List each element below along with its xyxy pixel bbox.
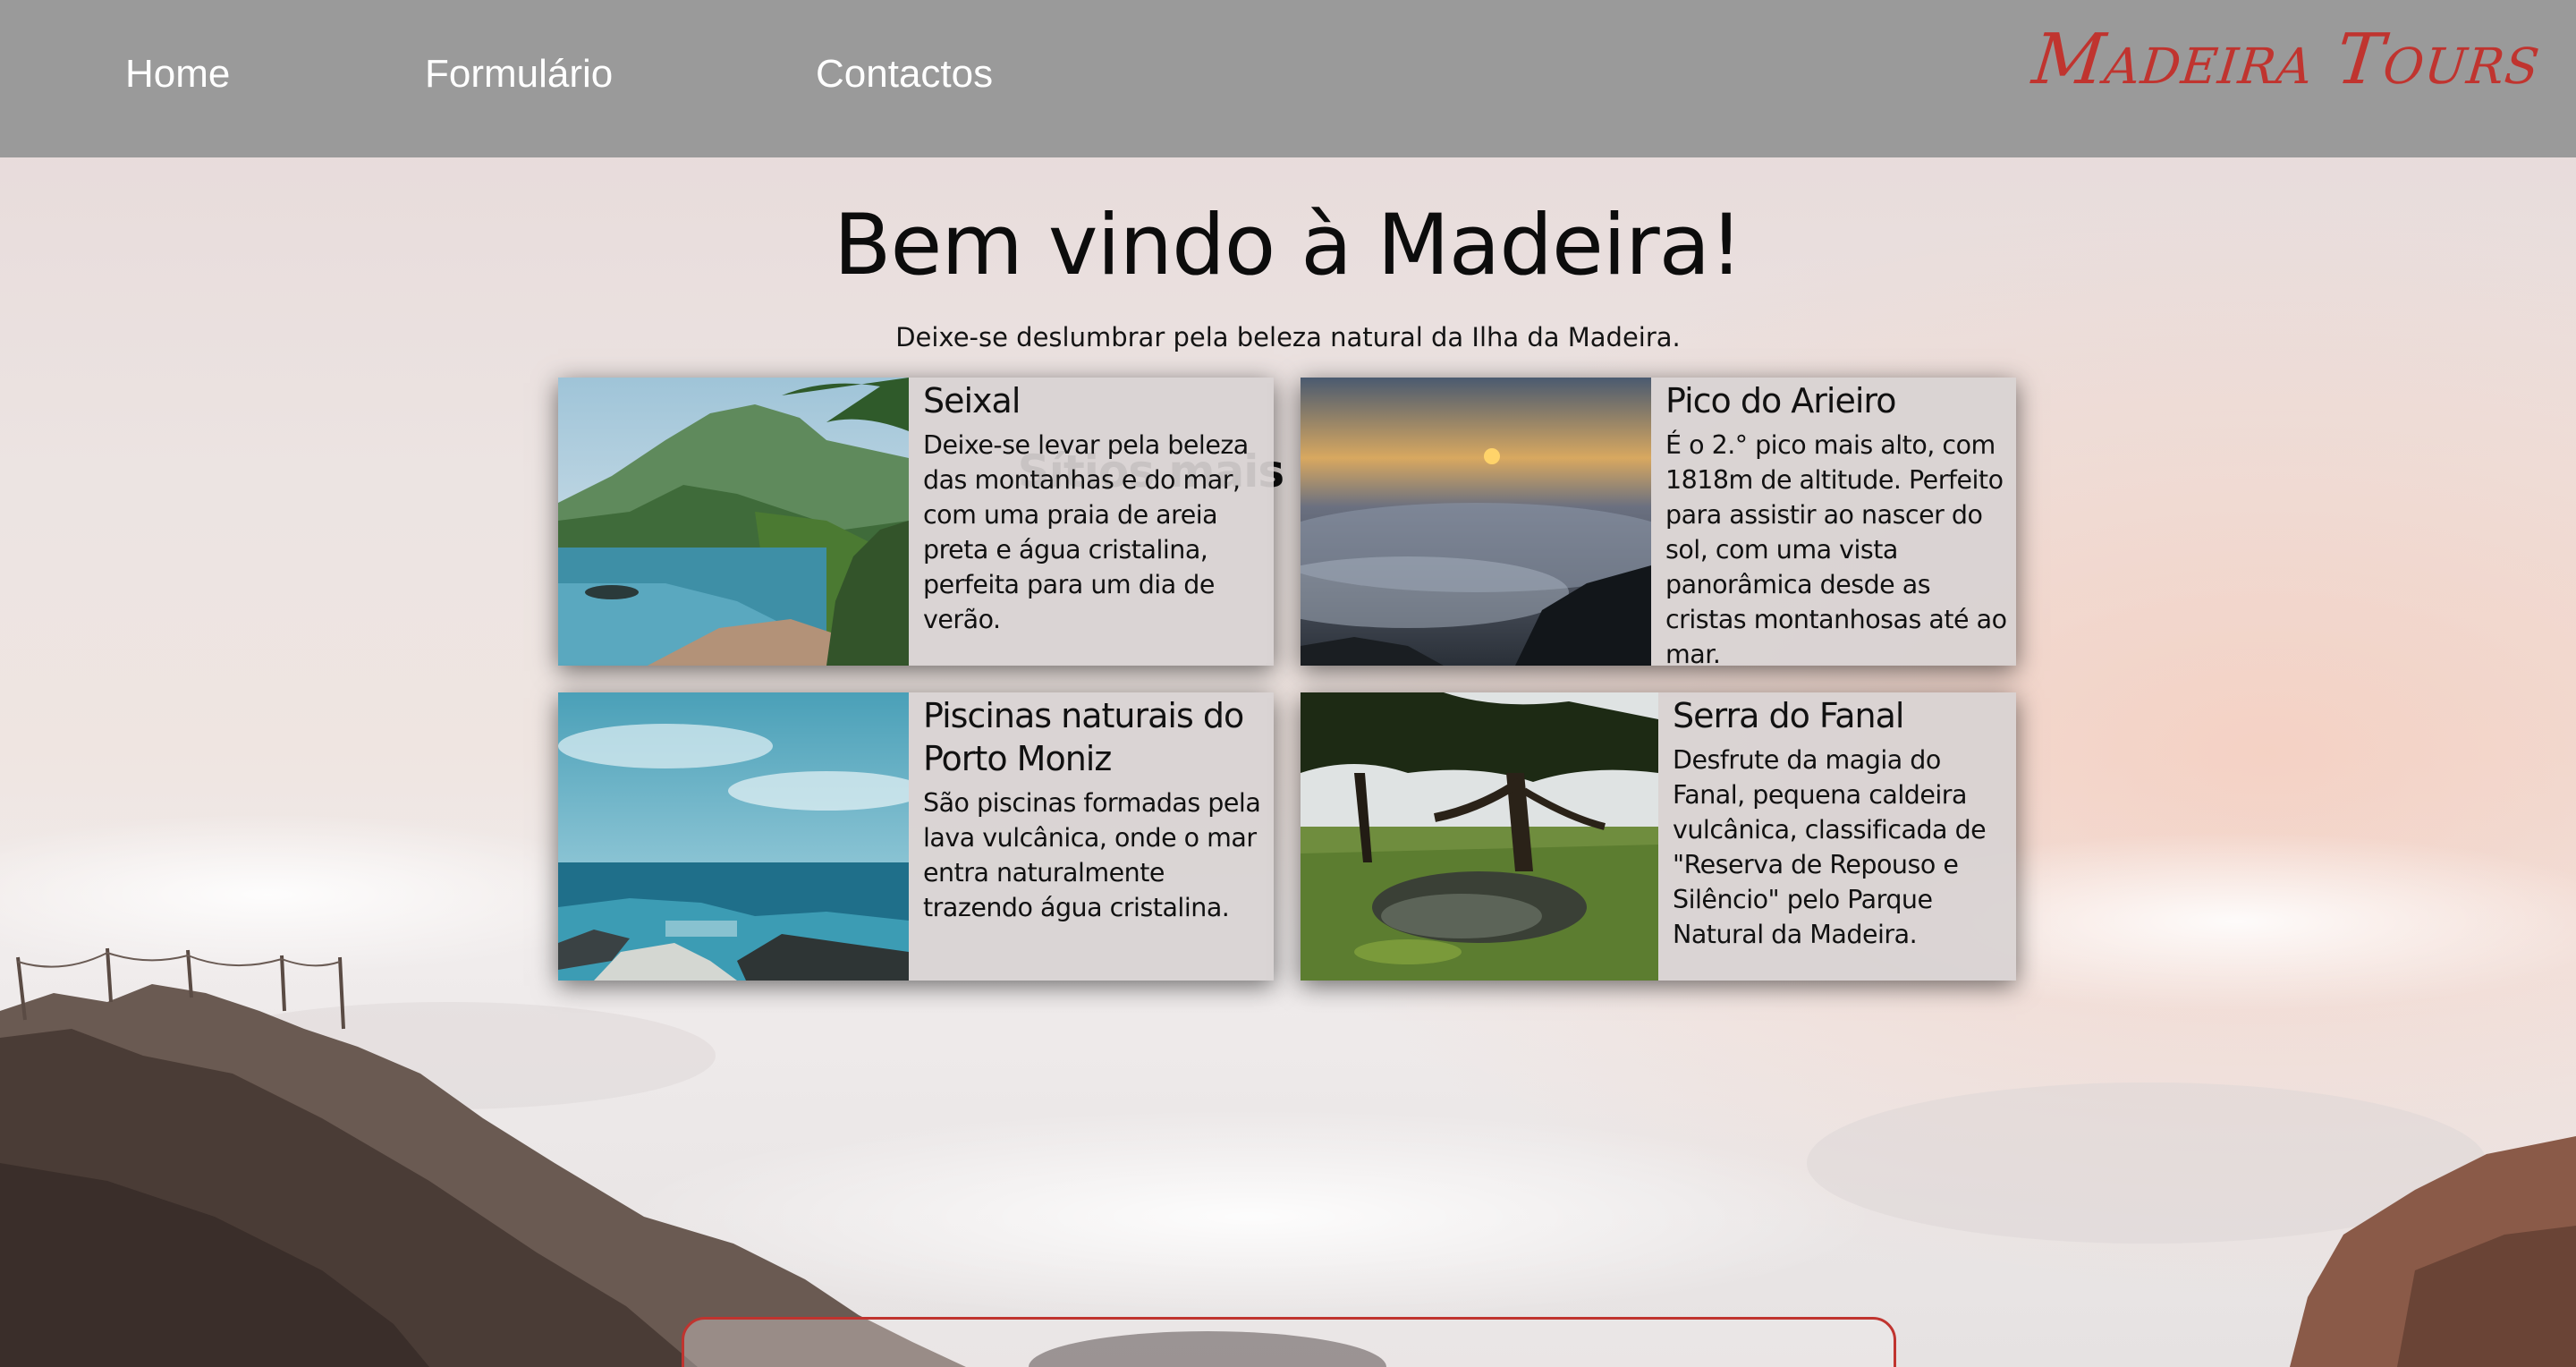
card-text: Piscinas naturais do Porto Moniz São pis… bbox=[923, 692, 1267, 925]
card-title: Pico do Arieiro bbox=[1665, 381, 1896, 420]
card-description: Desfrute da magia do Fanal, pequena cald… bbox=[1673, 745, 1987, 949]
nav-form-link[interactable]: Formulário bbox=[425, 52, 613, 97]
nav-home-link[interactable]: Home bbox=[125, 52, 230, 97]
card-piscinas-porto-moniz[interactable]: Piscinas naturais do Porto Moniz São pis… bbox=[558, 692, 1274, 981]
seixal-image bbox=[558, 378, 909, 666]
card-title: Piscinas naturais do Porto Moniz bbox=[923, 696, 1244, 778]
card-description: São piscinas formadas pela lava vulcânic… bbox=[923, 788, 1261, 922]
card-text: Serra do Fanal Desfrute da magia do Fana… bbox=[1673, 692, 2016, 952]
page-title: Bem vindo à Madeira! bbox=[834, 197, 1743, 294]
nav-contact-link[interactable]: Contactos bbox=[816, 52, 993, 97]
brand-logo[interactable]: Madeira Tours bbox=[2029, 20, 2545, 100]
card-text: Seixal Deixe-se levar pela beleza das mo… bbox=[923, 378, 1267, 637]
top-navbar: Home Formulário Contactos Madeira Tours bbox=[0, 0, 2576, 157]
card-text: Pico do Arieiro É o 2.° pico mais alto, … bbox=[1665, 378, 2009, 666]
card-serra-do-fanal[interactable]: Serra do Fanal Desfrute da magia do Fana… bbox=[1301, 692, 2016, 981]
card-description: Deixe-se levar pela beleza das montanhas… bbox=[923, 430, 1249, 634]
card-title: Serra do Fanal bbox=[1673, 696, 1904, 735]
pico-do-arieiro-image bbox=[1301, 378, 1651, 666]
page-subtitle: Deixe-se deslumbrar pela beleza natural … bbox=[895, 322, 1681, 352]
serra-do-fanal-image bbox=[1301, 692, 1658, 981]
porto-moniz-image bbox=[558, 692, 909, 981]
popular-section-title: Sítios mais populares: bbox=[1017, 446, 1560, 497]
bottom-section-box bbox=[682, 1317, 1896, 1367]
card-description: É o 2.° pico mais alto, com 1818m de alt… bbox=[1665, 430, 2007, 666]
card-seixal[interactable]: Seixal Deixe-se levar pela beleza das mo… bbox=[558, 378, 1274, 666]
card-pico-do-arieiro[interactable]: Pico do Arieiro É o 2.° pico mais alto, … bbox=[1301, 378, 2016, 666]
card-title: Seixal bbox=[923, 381, 1021, 420]
